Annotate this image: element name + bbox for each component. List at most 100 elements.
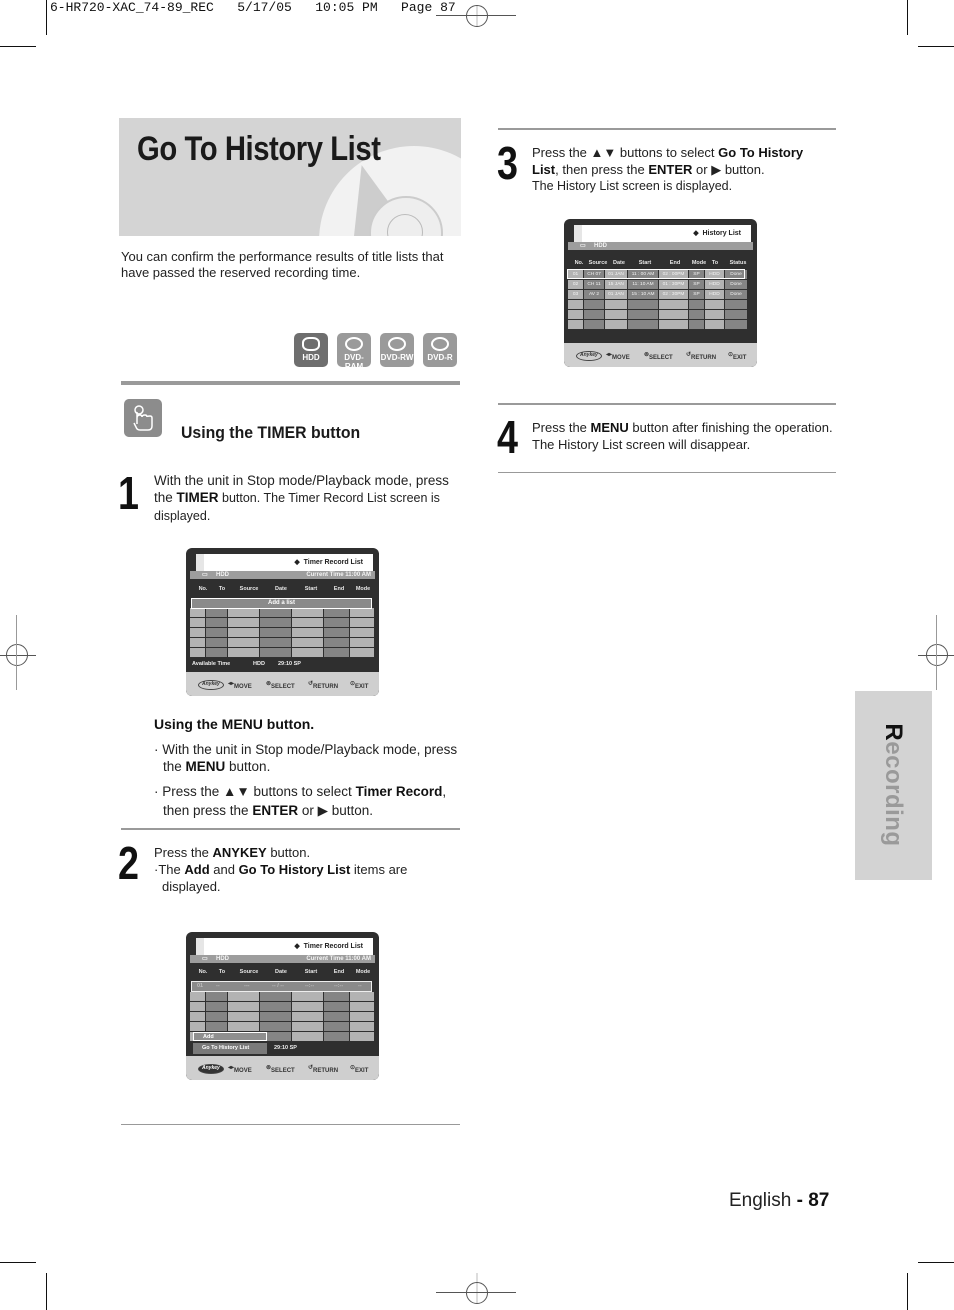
step-number-2: 2: [118, 837, 139, 889]
history-row-cell: AV 2: [584, 290, 604, 299]
grid-cell: [190, 628, 205, 637]
grid-cell: [725, 320, 747, 329]
available-time: Available Time HDD 29:10 SP: [192, 661, 301, 667]
step-end-divider: [498, 472, 836, 473]
crop-mark: [918, 46, 954, 47]
grid-cell: [350, 628, 374, 637]
history-list-screen: ◆ History List ▭ HDD No. Source Date Sta…: [564, 219, 757, 367]
grid-cell: [324, 618, 349, 627]
step-divider: [498, 403, 836, 405]
grid-cell: [350, 638, 374, 647]
section-end-divider: [121, 1124, 460, 1125]
grid-cell: [190, 608, 205, 617]
grid-cell: [605, 300, 627, 309]
menu-section-heading: Using the MENU button.: [154, 716, 315, 732]
anykey-icon: Anykey: [198, 1064, 224, 1074]
history-row-cell: SP: [689, 280, 704, 289]
history-row-cell: 11: 10 AM: [628, 280, 658, 289]
grid-cell: [260, 638, 291, 647]
grid-cell: [228, 608, 259, 617]
exit-hint: ⊙ EXIT: [350, 1065, 369, 1074]
grid-cell: [292, 648, 323, 657]
crop-mark: [907, 1273, 908, 1310]
step-1-text: With the unit in Stop mode/Playback mode…: [154, 473, 449, 523]
crop-mark: [918, 1262, 954, 1263]
grid-cell: [292, 618, 323, 627]
grid-cell: [228, 638, 259, 647]
hand-press-icon: [124, 399, 162, 437]
grid-cell: [628, 300, 658, 309]
grid-cell: [350, 1002, 374, 1011]
chapter-tab-label: Recording: [880, 723, 907, 847]
grid-cell: [228, 628, 259, 637]
history-row-cell: Done: [725, 290, 747, 299]
step-4-text: Press the MENU button after finishing th…: [532, 420, 833, 452]
drive-bar: ▭ HDD Current Time 11:00 AM: [190, 955, 375, 963]
grid-cell: [689, 320, 704, 329]
grid-cell: [659, 310, 688, 319]
history-row-cell: 02 : 30PM: [659, 290, 688, 299]
grid-cell: [324, 648, 349, 657]
exit-hint: ⊙ EXIT: [350, 681, 369, 690]
grid-cell: [206, 628, 227, 637]
popup-go-to-history-list-item[interactable]: Go To History List: [193, 1043, 267, 1054]
grid-cell: [324, 1002, 349, 1011]
grid-cell: [190, 1012, 205, 1021]
empty-record-row[interactable]: 01 -- --- -- / -- --:-- --:-- --: [191, 981, 372, 992]
registration-mark: [16, 615, 17, 690]
grid-cell: [568, 310, 583, 319]
popup-add-item[interactable]: Add: [193, 1032, 267, 1041]
grid-cell: [260, 628, 291, 637]
grid-cell: [324, 1032, 349, 1041]
crop-mark: [0, 46, 36, 47]
add-a-list-row[interactable]: Add a list: [191, 598, 372, 609]
registration-mark: [936, 615, 937, 690]
step-number-4: 4: [497, 411, 518, 463]
grid-cell: [190, 1002, 205, 1011]
grid-cell: [350, 608, 374, 617]
diamond-icon: ◆: [294, 943, 304, 950]
return-hint: ↺ RETURN: [308, 681, 339, 690]
history-row-cell: 02: [568, 280, 583, 289]
grid-cell: [324, 992, 349, 1001]
step-2-bullet: ·The Add and Go To History List items ar…: [154, 862, 408, 894]
grid-cell: [190, 648, 205, 657]
exit-hint: ⊙ EXIT: [728, 352, 747, 361]
history-row-cell: HDD: [705, 280, 724, 289]
grid-cell: [705, 310, 724, 319]
grid-cell: [605, 310, 627, 319]
dvd-ram-icon: DVD-RAM: [337, 333, 371, 371]
grid-cell: [292, 628, 323, 637]
hdd-small-icon: ▭: [580, 243, 586, 249]
column-headers: No. To Source Date Start End Mode: [198, 969, 371, 975]
grid-cell: [350, 648, 374, 657]
history-row-cell: 15 : 10 AM: [628, 290, 658, 299]
grid-cell: [206, 608, 227, 617]
grid-cell: [206, 992, 227, 1001]
grid-cell: [260, 992, 291, 1001]
grid-cell: [292, 1002, 323, 1011]
step-number-1: 1: [118, 467, 139, 519]
page-number: English - 87: [729, 1190, 830, 1211]
diamond-icon: ◆: [294, 559, 304, 566]
grid-cell: [705, 300, 724, 309]
grid-cell: [659, 320, 688, 329]
grid-cell: [260, 608, 291, 617]
grid-cell: [228, 992, 259, 1001]
grid-cell: [350, 1012, 374, 1021]
grid-cell: [350, 618, 374, 627]
page-title: Go To History List: [137, 130, 381, 168]
registration-mark: [466, 5, 488, 27]
grid-cell: [324, 1022, 349, 1031]
selected-row-highlight[interactable]: [567, 269, 745, 279]
grid-cell: [324, 1012, 349, 1021]
grid-cell: [568, 320, 583, 329]
dvd-rw-icon: DVD-RW: [380, 333, 414, 367]
grid-cell: [568, 300, 583, 309]
crop-mark: [0, 1262, 36, 1263]
title-banner: Go To History List: [119, 118, 461, 236]
column-headers: No. Source Date Start End Mode To Status: [574, 260, 747, 266]
history-row-cell: 01 JAN: [605, 290, 627, 299]
dvd-r-icon: DVD-R: [423, 333, 457, 367]
screen-footer: Anykey ◂▸ MOVE ⊚ SELECT ↺ RETURN ⊙ EXIT: [564, 343, 757, 367]
